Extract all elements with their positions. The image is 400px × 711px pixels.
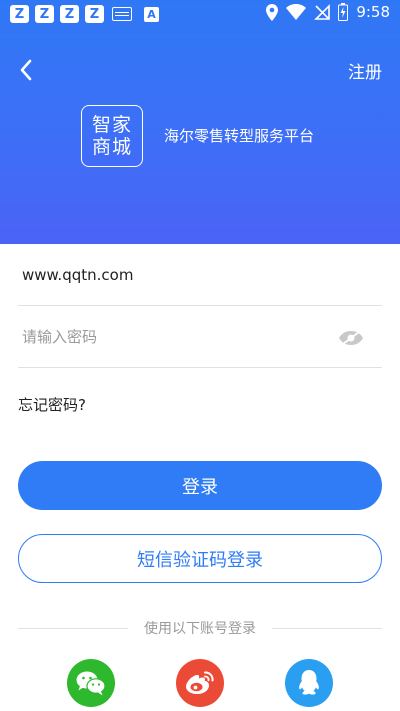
qq-login-button[interactable] (285, 659, 333, 707)
status-bar: Z Z Z Z A 9:58 (0, 0, 400, 28)
wifi-icon (286, 4, 307, 20)
location-icon (266, 3, 279, 21)
third-party-divider: 使用以下账号登录 (18, 618, 382, 638)
chevron-left-icon (20, 59, 32, 81)
keyboard-icon (112, 7, 132, 21)
battery-icon (338, 3, 349, 21)
logo-line-1: 智家 (91, 114, 132, 136)
back-button[interactable] (12, 56, 40, 84)
wechat-icon (76, 671, 106, 696)
header-background (0, 0, 400, 244)
register-link[interactable]: 注册 (348, 58, 382, 83)
weibo-icon (186, 671, 214, 694)
z-icon: Z (85, 5, 104, 23)
logo-line-2: 商城 (91, 136, 132, 158)
third-party-label: 使用以下账号登录 (144, 621, 256, 637)
password-input[interactable] (18, 327, 382, 346)
forgot-password-link[interactable]: 忘记密码? (18, 394, 86, 415)
wechat-login-button[interactable] (67, 659, 115, 707)
weibo-login-button[interactable] (176, 659, 224, 707)
eye-hidden-icon[interactable] (338, 330, 364, 346)
no-sim-icon (314, 4, 331, 20)
login-button[interactable]: 登录 (18, 461, 382, 510)
z-icon: Z (60, 5, 79, 23)
system-icons: 9:58 (266, 3, 390, 21)
username-input[interactable] (18, 265, 382, 284)
clock: 9:58 (356, 3, 390, 21)
password-field-row (18, 306, 382, 368)
z-icon: Z (10, 5, 29, 23)
username-field-row (18, 244, 382, 306)
app-slogan: 海尔零售转型服务平台 (164, 127, 315, 145)
a-icon: A (144, 6, 159, 22)
app-logo: 智家 商城 (81, 105, 143, 167)
divider-line-right (272, 627, 382, 629)
qq-icon (299, 670, 319, 695)
z-icon: Z (35, 5, 54, 23)
sms-login-button[interactable]: 短信验证码登录 (18, 534, 382, 583)
divider-line-left (18, 627, 128, 629)
notification-icons: Z Z Z Z A (10, 5, 159, 23)
